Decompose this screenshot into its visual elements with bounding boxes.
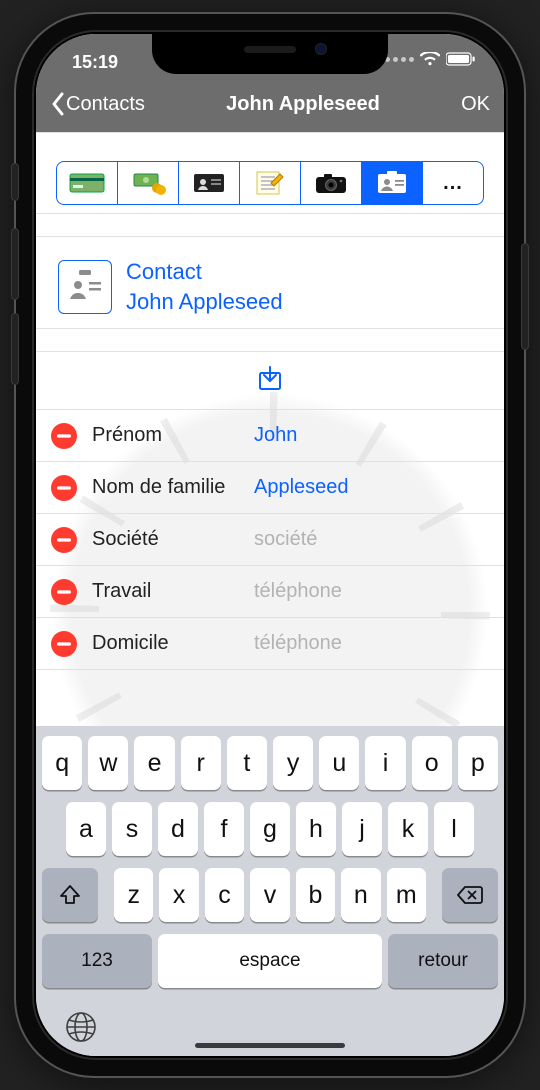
chevron-left-icon (50, 92, 66, 116)
field-input[interactable] (254, 580, 504, 603)
key-x[interactable]: x (159, 868, 198, 922)
battery-icon (446, 52, 476, 66)
key-e[interactable]: e (134, 736, 174, 790)
back-label: Contacts (66, 93, 145, 116)
tab-credit-card[interactable] (57, 162, 117, 204)
field-row: Domicile (36, 618, 504, 670)
key-l[interactable]: l (434, 802, 474, 856)
field-input[interactable] (254, 424, 504, 447)
minus-circle-icon (50, 578, 78, 606)
tab-camera[interactable] (300, 162, 361, 204)
tab-id-card[interactable] (178, 162, 239, 204)
key-n[interactable]: n (341, 868, 380, 922)
field-row: Travail (36, 566, 504, 618)
delete-field-button[interactable] (50, 578, 78, 606)
field-label: Nom de familie (86, 476, 246, 499)
field-label: Société (86, 528, 246, 551)
tab-notes[interactable] (239, 162, 300, 204)
numbers-key[interactable]: 123 (42, 934, 152, 988)
field-row: Société (36, 514, 504, 566)
field-label: Travail (86, 580, 246, 603)
category-segmented-control[interactable]: ... (56, 161, 484, 205)
return-key[interactable]: retour (388, 934, 498, 988)
key-m[interactable]: m (387, 868, 426, 922)
key-s[interactable]: s (112, 802, 152, 856)
wifi-icon (420, 52, 440, 66)
key-i[interactable]: i (365, 736, 405, 790)
ok-button[interactable]: OK (461, 93, 490, 116)
backspace-icon (456, 884, 484, 906)
import-button[interactable] (255, 363, 285, 398)
more-icon: ... (443, 172, 463, 195)
back-button[interactable]: Contacts (50, 92, 145, 116)
shift-icon (58, 883, 82, 907)
key-d[interactable]: d (158, 802, 198, 856)
tab-contact[interactable] (361, 162, 422, 204)
contact-icon (375, 170, 409, 196)
field-input[interactable] (254, 528, 504, 551)
download-icon (255, 363, 285, 393)
field-input[interactable] (254, 632, 504, 655)
cellular-dots-icon (385, 57, 414, 62)
tab-money[interactable] (117, 162, 178, 204)
key-t[interactable]: t (227, 736, 267, 790)
notes-icon (255, 170, 285, 196)
key-w[interactable]: w (88, 736, 128, 790)
key-p[interactable]: p (458, 736, 498, 790)
tab-more[interactable]: ... (422, 162, 483, 204)
contact-avatar-placeholder[interactable] (58, 260, 112, 314)
keyboard[interactable]: qwertyuiop asdfghjkl zxcvbnm 123 espace … (36, 726, 504, 1056)
delete-field-button[interactable] (50, 422, 78, 450)
key-q[interactable]: q (42, 736, 82, 790)
status-time: 15:19 (72, 52, 118, 73)
space-key[interactable]: espace (158, 934, 382, 988)
field-row: Prénom (36, 410, 504, 462)
nav-title: John Appleseed (226, 93, 380, 116)
contact-name[interactable]: John Appleseed (126, 287, 283, 317)
money-icon (130, 171, 166, 195)
key-g[interactable]: g (250, 802, 290, 856)
key-j[interactable]: j (342, 802, 382, 856)
minus-circle-icon (50, 526, 78, 554)
key-h[interactable]: h (296, 802, 336, 856)
key-y[interactable]: y (273, 736, 313, 790)
key-z[interactable]: z (114, 868, 153, 922)
key-o[interactable]: o (412, 736, 452, 790)
minus-circle-icon (50, 630, 78, 658)
key-k[interactable]: k (388, 802, 428, 856)
field-label: Domicile (86, 632, 246, 655)
key-v[interactable]: v (250, 868, 289, 922)
delete-field-button[interactable] (50, 630, 78, 658)
camera-icon (314, 171, 348, 195)
home-indicator[interactable] (195, 1043, 345, 1048)
globe-icon (64, 1010, 98, 1044)
minus-circle-icon (50, 474, 78, 502)
field-label: Prénom (86, 424, 246, 447)
key-f[interactable]: f (204, 802, 244, 856)
id-card-icon (191, 171, 227, 195)
minus-circle-icon (50, 422, 78, 450)
delete-field-button[interactable] (50, 526, 78, 554)
contact-type-label[interactable]: Contact (126, 257, 283, 287)
field-input[interactable] (254, 476, 504, 499)
shift-key[interactable] (42, 868, 98, 922)
globe-key[interactable] (64, 1010, 98, 1044)
delete-field-button[interactable] (50, 474, 78, 502)
key-r[interactable]: r (181, 736, 221, 790)
key-u[interactable]: u (319, 736, 359, 790)
key-b[interactable]: b (296, 868, 335, 922)
key-c[interactable]: c (205, 868, 244, 922)
backspace-key[interactable] (442, 868, 498, 922)
key-a[interactable]: a (66, 802, 106, 856)
credit-card-icon (69, 171, 105, 195)
field-row: Nom de familie (36, 462, 504, 514)
